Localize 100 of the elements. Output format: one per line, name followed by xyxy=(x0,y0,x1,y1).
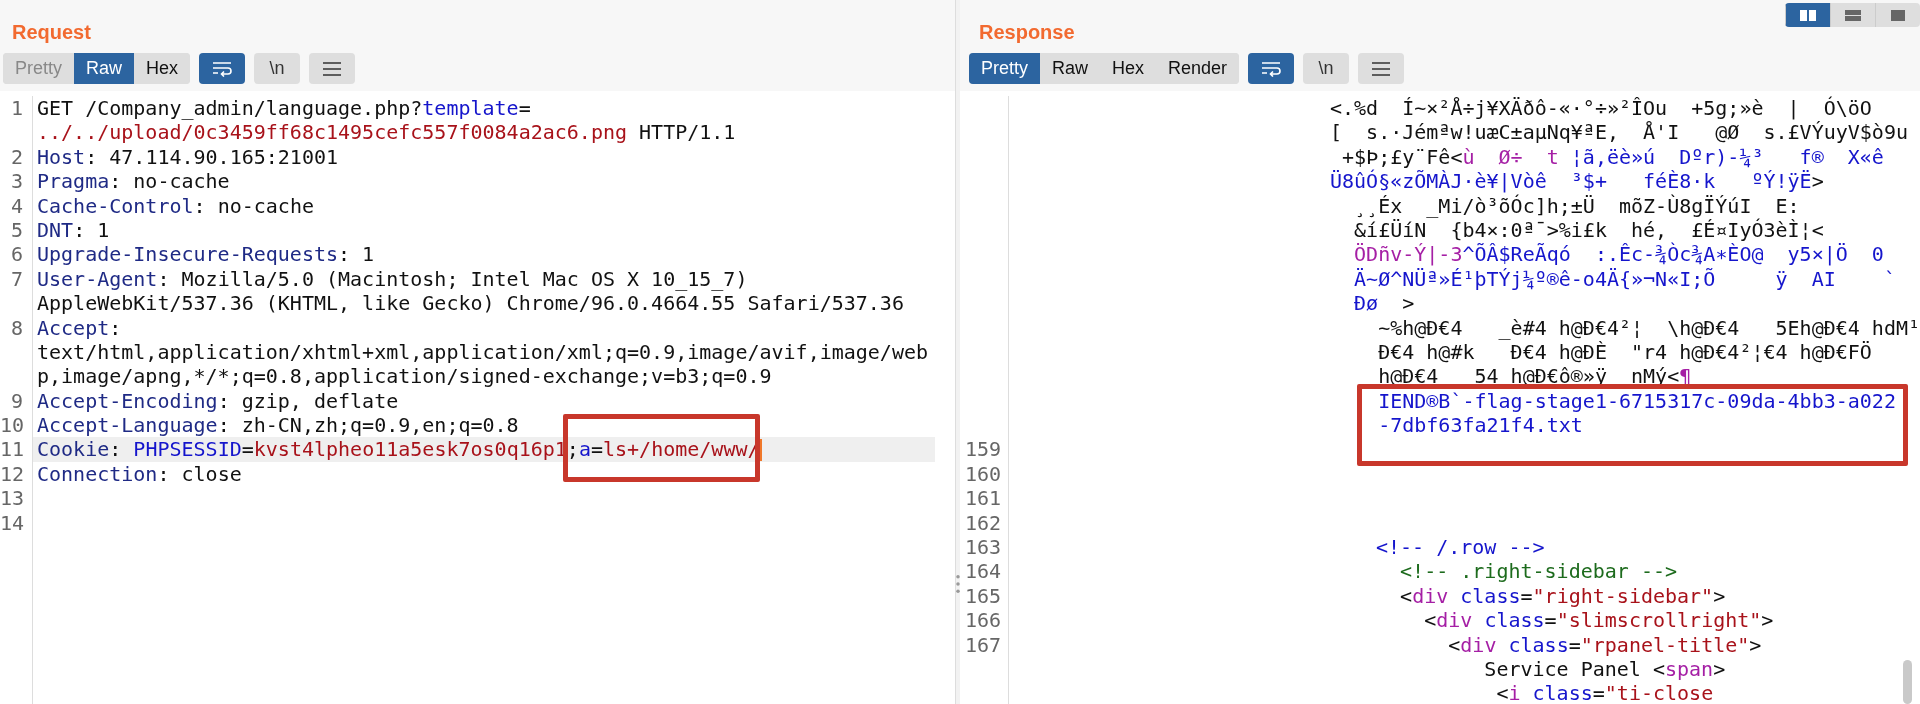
line-number: 11 xyxy=(0,437,25,462)
code-text: GET /Company_admin/language.php? xyxy=(37,96,423,121)
menu-icon xyxy=(323,61,342,76)
menu-button[interactable] xyxy=(1358,53,1405,84)
scrollbar-thumb[interactable] xyxy=(1903,660,1912,704)
code-text: i xyxy=(1508,681,1521,704)
newline-toggle[interactable]: \n xyxy=(254,53,301,84)
panel-title: Request xyxy=(12,20,91,45)
wrap-toggle[interactable] xyxy=(199,53,246,84)
code-text: kvst4lpheo11a5esk7os0q16p1 xyxy=(253,437,567,462)
line-number: 165 xyxy=(964,583,1001,608)
wrap-toggle[interactable] xyxy=(1248,53,1295,84)
layout-button[interactable] xyxy=(1830,3,1875,27)
code-text: Cookie xyxy=(37,437,110,462)
code-text: Cache-Control xyxy=(37,193,194,218)
code-text: <!-- /.row --> xyxy=(1376,535,1545,560)
code-text: p,image/apng,*/*;q=0.8,application/signed-exchange;v=b3;q=0.9 xyxy=(37,364,772,389)
line-number: 6 xyxy=(10,242,23,267)
code-text: Ð€4 h@#k Ð€4 h@ÐÈ "r4 h@Ð€4²¦€4 h@Ð€FÖ xyxy=(1377,339,1872,365)
code-text: : gzip, deflate xyxy=(217,388,399,414)
single-panel-icon xyxy=(1890,9,1906,21)
code-text: <!-- .right-sidebar --> xyxy=(1399,559,1678,584)
menu-icon xyxy=(1372,61,1391,76)
line-number: 166 xyxy=(964,608,1001,633)
code-text: "ti-close xyxy=(1604,681,1714,704)
code-text: <.%d Í~×²Å÷j¥XÄðô-«·°÷»²ÎOu +5g;»è | Ó\öO xyxy=(1330,96,1872,120)
code-text: Accept xyxy=(37,315,110,340)
line-number: 1 xyxy=(10,96,23,120)
code-text: div xyxy=(1460,632,1497,657)
code-text: Connection xyxy=(37,461,158,487)
code-text: IEND®B`-flag-stage1-6715317c-09da-4bb3-a022 xyxy=(1377,388,1896,414)
code-text: : 1 xyxy=(73,217,110,243)
code-text: class xyxy=(1507,632,1569,657)
code-text: class xyxy=(1483,608,1545,633)
code-text: > xyxy=(1811,169,1824,194)
code-text: -7dbf63fa21f4.txt xyxy=(1377,413,1583,438)
layout-button[interactable] xyxy=(1785,3,1830,27)
code-text: : 1 xyxy=(338,242,375,267)
code-text: AppleWebKit/537.36 (KHTML, like Gecko) Chrome/96.0.4664.55 Safari/537.36 xyxy=(37,291,904,316)
panel-title: Response xyxy=(979,20,1075,45)
line-number: 164 xyxy=(964,559,1001,584)
code-text: > xyxy=(1401,291,1415,316)
code-text: : xyxy=(109,315,122,340)
code-text: : no-cache xyxy=(109,169,230,194)
layout-button[interactable] xyxy=(1875,3,1920,27)
split-rows-icon xyxy=(1845,9,1861,21)
code-text: : 47.114.90.165:21001 xyxy=(85,144,339,170)
menu-button[interactable] xyxy=(309,53,356,84)
code-text: = xyxy=(1592,681,1605,704)
view-tab[interactable]: Raw xyxy=(74,53,135,84)
code-text: = xyxy=(1544,608,1557,633)
code-text: : close xyxy=(157,461,242,487)
code-text: text/html,application/xhtml+xml,application/xml;q=0.9,image/avif,image/web xyxy=(37,339,929,365)
line-number: 8 xyxy=(10,315,23,340)
code-text: < xyxy=(1399,583,1413,609)
code-text: ~%h@Ð€4 _è#4 h@Ð€4²¦ \h@Ð€4 5Eh@Ð€4 hdM¹ xyxy=(1377,315,1920,340)
newline-toggle[interactable]: \n xyxy=(1303,53,1350,84)
code-text: : xyxy=(109,437,123,462)
line-number: 160 xyxy=(964,461,1001,486)
line-number: 14 xyxy=(0,510,25,535)
code-text: : no-cache xyxy=(193,193,314,218)
code-text: h@Ð€4 54 h@Ð€ô®»ÿ nMý< xyxy=(1377,364,1680,389)
code-text: a xyxy=(578,437,591,462)
code-text: = xyxy=(1568,632,1581,657)
code-text: > xyxy=(1713,583,1726,609)
line-number: 159 xyxy=(964,437,1001,462)
code-text: > xyxy=(1713,657,1726,682)
line-number: 12 xyxy=(0,461,25,486)
line-number: 162 xyxy=(964,510,1001,535)
code-text: ls+/home/www/ xyxy=(603,437,760,462)
line-number: 4 xyxy=(10,193,23,218)
code-text: span xyxy=(1665,657,1714,682)
line-number: 161 xyxy=(964,486,1001,511)
code-text: class xyxy=(1531,681,1593,704)
code-text: Host xyxy=(37,144,86,170)
wrap-icon xyxy=(212,60,233,77)
code-text: < xyxy=(1447,632,1461,657)
code-text: +$Þ;£y¨Fê< xyxy=(1342,144,1463,170)
code-text: Upgrade-Insecure-Requests xyxy=(37,242,339,267)
code-text: ; xyxy=(566,437,579,462)
code-text: = xyxy=(1520,583,1533,609)
wrap-icon xyxy=(1261,60,1282,77)
view-tab[interactable]: Pretty xyxy=(969,53,1040,84)
line-number: 3 xyxy=(10,169,23,194)
code-text: Ü8ûÓ§«zÕMÀJ·è¥|Vòê ³$+ féÈ8·k ºÝ!ÿË xyxy=(1330,169,1812,194)
line-number: 7 xyxy=(10,266,23,291)
code-text: ^ÕÂ$ReÃqó :.Êc-¾Òc¾A∗ÈO@ y5×|Ö 0 xyxy=(1462,242,1884,267)
code-text: ÖDñv-Ý|-3 xyxy=(1353,242,1463,267)
line-number: 163 xyxy=(964,535,1001,560)
line-number: 5 xyxy=(10,217,23,242)
code-text: "right-sidebar" xyxy=(1532,583,1714,609)
code-text: Ðø xyxy=(1353,291,1379,316)
line-number: 167 xyxy=(964,632,1001,657)
code-text: < xyxy=(1495,681,1509,704)
code-text: template xyxy=(422,96,519,121)
code-text: Accept-Encoding xyxy=(37,388,218,414)
code-text: div xyxy=(1436,608,1473,633)
drag-handle-icon[interactable] xyxy=(956,572,960,596)
code-text: DNT xyxy=(37,217,74,243)
code-text: class xyxy=(1459,583,1521,609)
